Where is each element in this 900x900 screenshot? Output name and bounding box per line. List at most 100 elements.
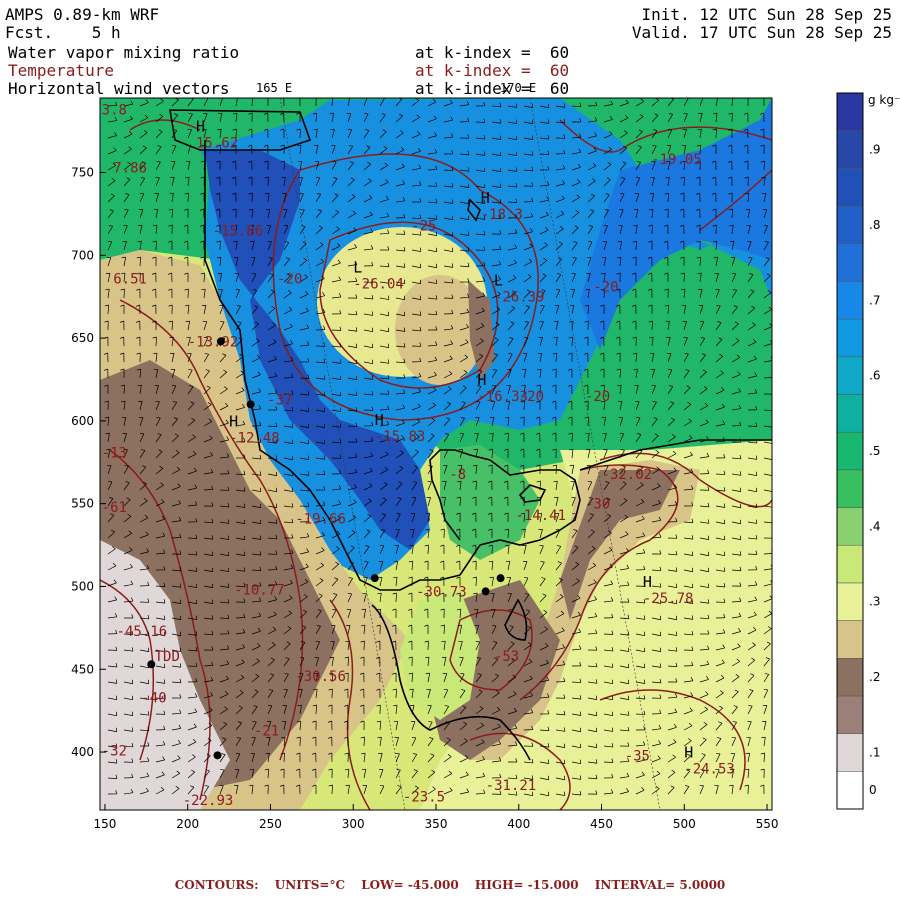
contour-value-label: -30 — [585, 497, 610, 513]
x-tick-label: 250 — [259, 817, 282, 831]
pressure-center-marker: L — [353, 258, 362, 276]
contour-value-label: -12.48 — [229, 430, 280, 446]
station-dot — [496, 574, 505, 583]
contour-value-label: -13 — [102, 445, 127, 461]
contour-value-label: -45.16 — [117, 624, 168, 640]
contour-value-label: -10.77 — [234, 583, 285, 599]
colorbar-segment — [836, 130, 864, 169]
y-tick-label: 700 — [71, 248, 94, 262]
x-tick-label: 500 — [673, 817, 696, 831]
contour-value-label: -20 — [593, 280, 618, 296]
station-dot — [147, 660, 156, 669]
colorbar-label: .4 — [869, 519, 880, 533]
contour-info: CONTOURS: UNITS=°C LOW= -45.000 HIGH= -1… — [0, 878, 900, 892]
colorbar-segment — [836, 469, 864, 508]
contour-value-label: -61 — [102, 500, 127, 516]
colorbar-segment — [836, 544, 864, 584]
contour-value-label: -26.04 — [353, 276, 404, 292]
forecast-figure: AMPS 0.89-km WRF Fcst. 5 h Init. 12 UTC … — [0, 0, 900, 900]
y-tick-label: 600 — [71, 414, 94, 428]
x-tick-label: 300 — [342, 817, 365, 831]
contour-value-label: -24.53 — [684, 762, 735, 778]
contours-label: CONTOURS: — [174, 878, 259, 892]
colorbar-label: .3 — [869, 595, 880, 609]
colorbar-unit: g kg⁻¹ — [868, 93, 900, 107]
contour-value-label: -26.39 — [494, 290, 545, 306]
contour-value-label: 3.8 — [102, 103, 127, 119]
wind-barb-feather — [667, 369, 672, 371]
contour-value-label: -15.86 — [213, 223, 264, 239]
contours-high: HIGH= -15.000 — [474, 878, 579, 892]
colorbar-label: .2 — [869, 670, 880, 684]
contour-value-label: -8 — [449, 467, 466, 483]
wind-barb-feather — [523, 577, 528, 579]
station-dot — [370, 574, 379, 583]
contour-value-label: -37 — [267, 392, 292, 408]
colorbar-label: .9 — [869, 143, 880, 157]
station-dot — [481, 587, 490, 596]
contours-interval: INTERVAL= 5.0000 — [594, 878, 726, 892]
x-tick-label: 350 — [425, 817, 448, 831]
colorbar-segment — [836, 92, 864, 131]
contour-value-label: -25.78 — [643, 591, 694, 607]
colorbar-label: .8 — [869, 218, 880, 232]
colorbar-label: .7 — [869, 293, 880, 307]
station-dot — [216, 337, 225, 346]
contour-value-label: -31.21 — [486, 778, 537, 794]
contour-value-label: -40 — [141, 690, 166, 706]
contour-value-label: -25 — [411, 218, 436, 234]
contour-value-label: -19.05 — [651, 152, 702, 168]
colorbar-segment — [836, 620, 864, 659]
colorbar-label: .5 — [869, 444, 880, 458]
colorbar-segment — [836, 205, 864, 244]
contours-low: LOW= -45.000 — [361, 878, 459, 892]
map-panel: H15.62-15.867.866.51-13.92L-26.04 L-26.39… — [71, 92, 900, 831]
contour-value-label: -13.92 — [188, 334, 239, 350]
x-tick-label: 450 — [590, 817, 613, 831]
contour-value-label: -22.93 — [183, 793, 234, 809]
colorbar-label: .6 — [869, 369, 880, 383]
y-tick-label: 750 — [71, 166, 94, 180]
contour-value-label: 7.86 — [113, 161, 147, 177]
contour-value-label: -35 — [625, 748, 650, 764]
y-tick-label: 450 — [71, 662, 94, 676]
y-tick-label: 500 — [71, 579, 94, 593]
pressure-center-marker: L — [494, 272, 503, 290]
contour-value-label: 6.51 — [113, 271, 147, 287]
contour-value-label: -53 — [494, 649, 519, 665]
x-tick-label: 400 — [507, 817, 530, 831]
contour-value-label: -14.41 — [515, 508, 566, 524]
pressure-center-marker: H — [643, 573, 652, 591]
contour-value-label: -30.56 — [295, 669, 346, 685]
colorbar-segment — [836, 431, 864, 471]
colorbar-segment — [836, 733, 864, 772]
contours-units: UNITS=°C — [274, 878, 346, 892]
pressure-center-marker: H — [481, 189, 490, 207]
contour-value-label: -15.83 — [375, 429, 426, 445]
wind-barb-feather — [379, 785, 384, 787]
colorbar-label: 0 — [869, 783, 877, 797]
colorbar-segment — [836, 695, 864, 734]
contour-value-label: -23.5 — [403, 790, 445, 806]
x-tick-label: 200 — [176, 817, 199, 831]
colorbar-segment — [836, 771, 864, 810]
pressure-center-marker: H — [684, 744, 693, 762]
colorbar-segment — [836, 318, 864, 358]
contour-value-label: -21 — [254, 723, 279, 739]
y-tick-label: 550 — [71, 497, 94, 511]
colorbar-segment — [836, 582, 864, 621]
y-tick-label: 650 — [71, 331, 94, 345]
pressure-center-marker: H — [196, 118, 205, 136]
pressure-center-marker: H — [229, 412, 238, 430]
pressure-center-marker: H — [477, 371, 486, 389]
contour-value-label: -32 — [102, 743, 127, 759]
station-dot — [213, 751, 222, 760]
contour-value-label: -32.02 — [602, 467, 653, 483]
colorbar-segment — [836, 658, 864, 697]
contour-value-label: -18.3 — [481, 207, 523, 223]
y-tick-label: 400 — [71, 745, 94, 759]
colorbar-segment — [836, 281, 864, 320]
contour-value-label: -20 — [585, 389, 610, 405]
contour-value-label: -30.73 — [416, 584, 467, 600]
colorbar-segment — [836, 168, 864, 207]
